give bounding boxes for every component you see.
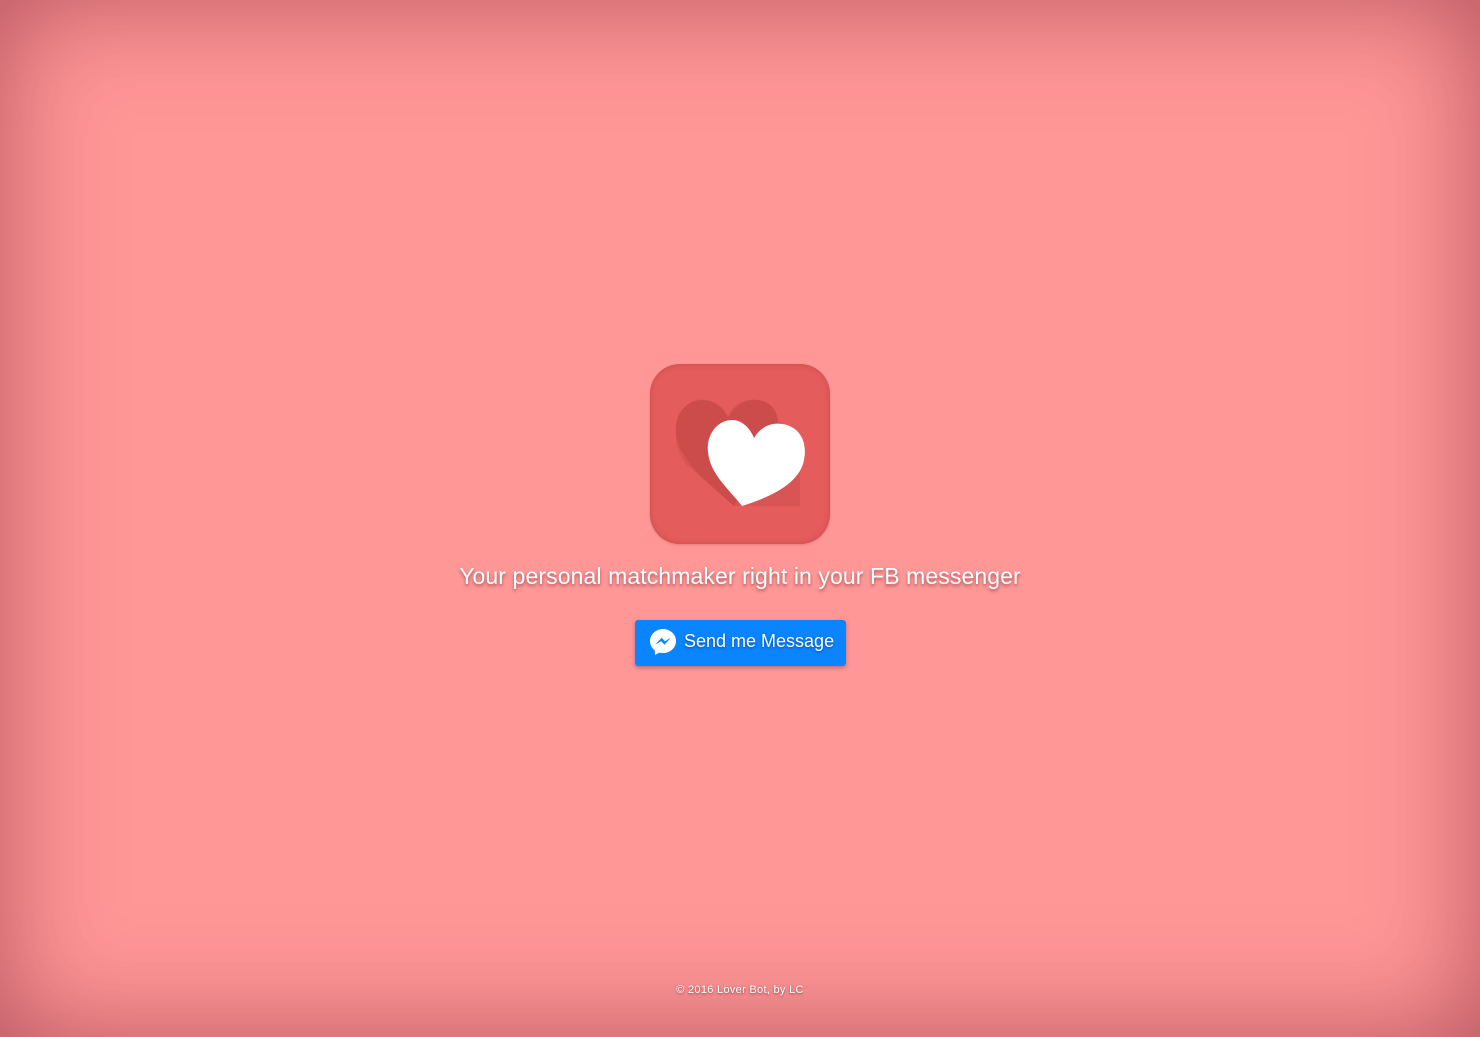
send-message-button[interactable]: Send me Message [635,620,846,666]
tagline: Your personal matchmaker right in your F… [459,563,1021,589]
send-message-label: Send me Message [684,631,835,651]
app-logo [650,364,830,544]
messenger-icon [650,629,676,655]
double-heart-icon [675,399,805,506]
copyright-footer: © 2016 Lover Bot, by LC [676,984,804,996]
landing-page: { "hero": { "logo_icon": "double-heart-i… [0,0,1480,1037]
